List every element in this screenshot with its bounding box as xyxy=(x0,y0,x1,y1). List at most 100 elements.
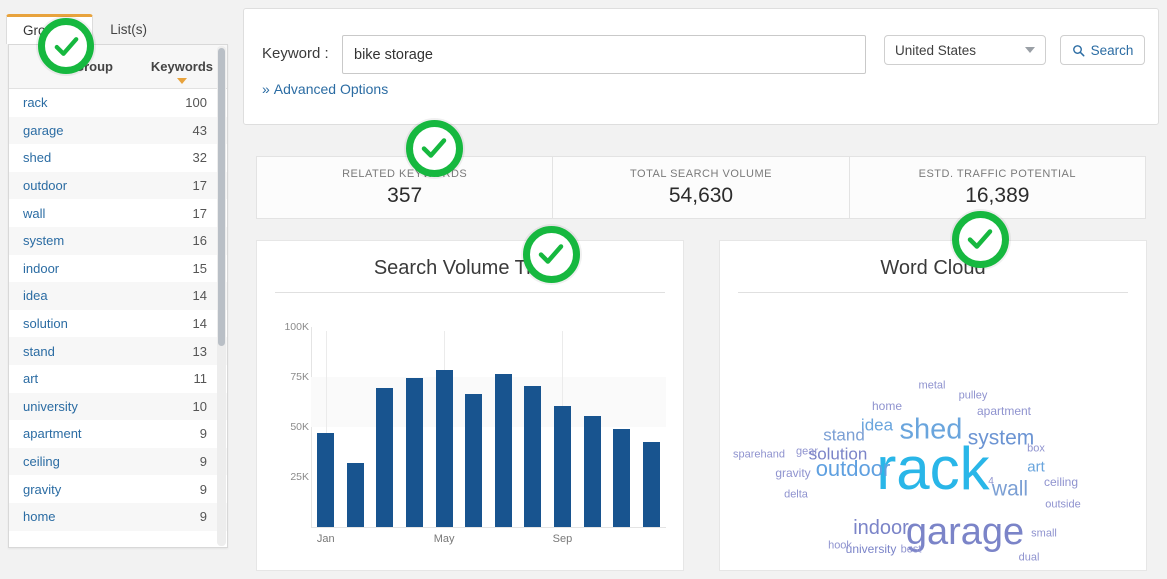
search-panel: Keyword : United States Search »Advanced… xyxy=(243,8,1159,125)
word-cloud-term[interactable]: gravity xyxy=(775,467,810,479)
word-cloud-title-divider xyxy=(738,292,1128,293)
bar[interactable] xyxy=(553,406,571,527)
keyword-group-row[interactable]: home 9 xyxy=(9,502,227,531)
chart-title: Search Volume Trend xyxy=(373,257,567,279)
search-button-label: Search xyxy=(1090,42,1134,58)
bar[interactable] xyxy=(376,388,394,527)
keyword-group-name[interactable]: rack xyxy=(23,95,185,110)
keyword-group-count: 17 xyxy=(192,205,207,221)
keyword-group-row[interactable]: system 16 xyxy=(9,226,227,255)
bar[interactable] xyxy=(613,429,631,527)
keyword-rows-list[interactable]: rack 100 garage 43 shed 32 outdoor 17 wall 17 syst… xyxy=(9,89,227,547)
word-cloud-term[interactable]: best xyxy=(901,544,922,556)
word-cloud-term[interactable]: sparehand xyxy=(733,449,785,461)
word-cloud-term[interactable]: indoor xyxy=(853,518,909,538)
keyword-group-name[interactable]: wall xyxy=(23,206,193,221)
word-cloud-term[interactable]: metal xyxy=(919,380,946,392)
check-mark-related-keywords xyxy=(405,119,463,177)
keyword-groups-card: Group Keywords rack 100 garage 43 shed 32 outd… xyxy=(8,44,228,548)
keyword-group-count: 9 xyxy=(199,454,207,470)
keyword-group-name[interactable]: solution xyxy=(23,316,193,331)
word-cloud-term[interactable]: hook xyxy=(828,540,852,552)
word-cloud-term[interactable]: dual xyxy=(1019,552,1040,564)
word-cloud-term[interactable]: 4 xyxy=(988,477,994,487)
keyword-group-row[interactable]: university 10 xyxy=(9,392,227,421)
check-icon xyxy=(967,229,993,249)
word-cloud-term[interactable]: idea xyxy=(861,417,893,434)
chevron-down-icon xyxy=(1025,47,1035,53)
keyword-group-name[interactable]: system xyxy=(23,233,193,248)
word-cloud-term[interactable]: outside xyxy=(1045,499,1080,511)
bar[interactable] xyxy=(346,463,364,527)
keyword-group-row[interactable]: wall 17 xyxy=(9,199,227,227)
word-cloud-term[interactable]: box xyxy=(1027,443,1045,455)
x-axis-labels: Jan May Sep xyxy=(311,533,666,553)
word-cloud-term[interactable]: gear xyxy=(796,446,818,458)
bar-chart-plot: 25K 50K 75K 100K Jan May Sep xyxy=(257,321,685,572)
check-mark-word-cloud-title xyxy=(951,210,1009,268)
chart-title-divider xyxy=(275,292,665,293)
check-icon xyxy=(538,244,564,264)
bar[interactable] xyxy=(583,416,601,527)
keyword-group-name[interactable]: garage xyxy=(23,123,193,138)
keyword-group-count: 9 xyxy=(199,509,207,525)
keyword-group-row[interactable]: outdoor 17 xyxy=(9,171,227,200)
bar[interactable] xyxy=(317,433,335,527)
keyword-group-count: 9 xyxy=(199,426,207,442)
keyword-group-name[interactable]: idea xyxy=(23,288,193,303)
word-cloud-term[interactable]: shed xyxy=(900,415,963,445)
keyword-input[interactable] xyxy=(342,35,866,74)
keyword-group-row[interactable]: indoor 15 xyxy=(9,254,227,283)
word-cloud-term[interactable]: university xyxy=(846,543,897,555)
keyword-group-row[interactable]: apartment 9 xyxy=(9,420,227,448)
keyword-group-name[interactable]: indoor xyxy=(23,261,193,276)
word-cloud-term[interactable]: small xyxy=(1031,528,1057,540)
keyword-group-name[interactable]: university xyxy=(23,399,193,414)
keyword-group-row[interactable]: garage 43 xyxy=(9,116,227,145)
keyword-group-name[interactable]: art xyxy=(23,371,194,386)
bar[interactable] xyxy=(465,394,483,527)
word-cloud-term[interactable]: stand xyxy=(823,427,865,444)
keyword-group-name[interactable]: ceiling xyxy=(23,454,200,469)
bar[interactable] xyxy=(642,442,660,527)
keyword-group-row[interactable]: shed 32 xyxy=(9,144,227,172)
keyword-group-name[interactable]: home xyxy=(23,509,200,524)
word-cloud-term[interactable]: ceiling xyxy=(1044,476,1078,488)
keyword-group-row[interactable]: idea 14 xyxy=(9,282,227,310)
keyword-group-name[interactable]: apartment xyxy=(23,426,200,441)
keyword-group-row[interactable]: rack 100 xyxy=(9,89,227,117)
keyword-group-count: 43 xyxy=(192,122,207,138)
bar[interactable] xyxy=(494,374,512,527)
keyword-group-name[interactable]: outdoor xyxy=(23,178,193,193)
keyword-group-row[interactable]: gravity 9 xyxy=(9,475,227,503)
keyword-groups-panel: Group(s) List(s) Group Keywords rack100g… xyxy=(0,0,236,579)
bar[interactable] xyxy=(524,386,542,527)
word-cloud-term[interactable]: pulley xyxy=(959,390,988,402)
advanced-options-label: Advanced Options xyxy=(273,81,389,97)
word-cloud-term[interactable]: home xyxy=(872,400,902,412)
stat-value: 357 xyxy=(387,183,423,207)
tab-lists[interactable]: List(s) xyxy=(93,14,164,44)
word-cloud-term[interactable]: wall xyxy=(992,479,1028,500)
column-header-keywords[interactable]: Keywords xyxy=(127,59,213,84)
word-cloud-area: rack garage shed outdoor wall system indoor ide… xyxy=(720,321,1148,571)
word-cloud-term[interactable]: art xyxy=(1027,460,1045,475)
keyword-group-row[interactable]: solution 14 xyxy=(9,309,227,338)
keyword-group-name[interactable]: shed xyxy=(23,150,193,165)
word-cloud-term[interactable]: apartment xyxy=(977,405,1031,417)
advanced-options-link[interactable]: » Advanced Options xyxy=(262,81,388,97)
keyword-group-name[interactable]: gravity xyxy=(23,482,200,497)
search-button[interactable]: Search xyxy=(1060,35,1145,65)
check-icon xyxy=(54,36,78,56)
keyword-group-name[interactable]: stand xyxy=(23,344,193,359)
bar[interactable] xyxy=(406,378,424,527)
word-cloud-term[interactable]: delta xyxy=(784,489,808,501)
bar[interactable] xyxy=(435,370,453,527)
keyword-group-row[interactable]: ceiling 9 xyxy=(9,447,227,476)
keyword-group-row[interactable]: stand 13 xyxy=(9,337,227,365)
country-select[interactable]: United States xyxy=(884,35,1046,65)
word-cloud-term[interactable]: garage xyxy=(906,513,1024,551)
keyword-group-row[interactable]: art 11 xyxy=(9,364,227,393)
sidebar-scrollbar-thumb[interactable] xyxy=(218,48,225,346)
word-cloud-term[interactable]: system xyxy=(968,428,1035,449)
